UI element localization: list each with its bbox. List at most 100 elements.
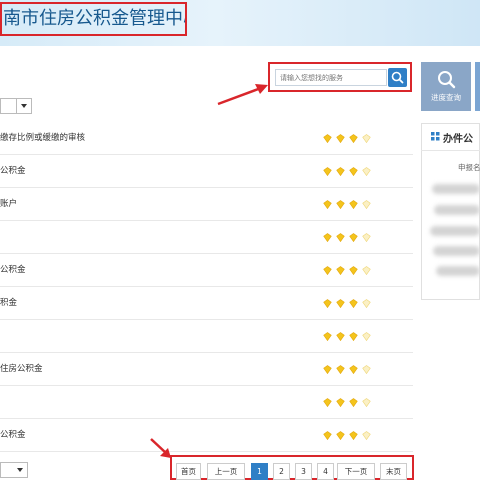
- diamond-filled-icon: [336, 365, 345, 374]
- page-title: 南市住房公积金管理中心: [0, 2, 187, 36]
- progress-query-label: 进度查询: [431, 93, 461, 102]
- diamond-filled-icon: [336, 332, 345, 341]
- rating-stars: [323, 299, 379, 309]
- diamond-filled-icon: [336, 398, 345, 407]
- list-item[interactable]: [0, 221, 413, 254]
- diamond-empty-icon: [362, 200, 371, 209]
- rating-stars: [323, 398, 379, 408]
- page-number-button[interactable]: 2: [273, 463, 290, 480]
- rating-stars: [323, 200, 379, 210]
- diamond-filled-icon: [323, 332, 332, 341]
- list-item[interactable]: [0, 386, 413, 419]
- page-number-button[interactable]: 1: [251, 463, 268, 480]
- diamond-filled-icon: [323, 299, 332, 308]
- panel-divider: [421, 150, 480, 151]
- list-item-label: 公积金: [0, 430, 26, 440]
- rating-stars: [323, 332, 379, 342]
- pagination: 首页 上一页 1234 下一页 末页: [170, 455, 414, 480]
- progress-query-button[interactable]: 进度查询: [421, 62, 471, 111]
- page-size-select[interactable]: [0, 98, 32, 114]
- diamond-filled-icon: [323, 167, 332, 176]
- list-item-label: 缴存比例或缓缴的审核: [0, 133, 86, 143]
- diamond-filled-icon: [336, 266, 345, 275]
- diamond-filled-icon: [323, 398, 332, 407]
- first-page-button[interactable]: 首页: [176, 463, 201, 480]
- diamond-filled-icon: [349, 266, 358, 275]
- diamond-filled-icon: [323, 200, 332, 209]
- list-item[interactable]: 积金: [0, 287, 413, 320]
- diamond-filled-icon: [336, 167, 345, 176]
- blurred-entry: [432, 184, 480, 194]
- diamond-filled-icon: [349, 233, 358, 242]
- blurred-entry: [434, 205, 480, 215]
- diamond-filled-icon: [349, 332, 358, 341]
- page-number-button[interactable]: 3: [295, 463, 312, 480]
- list-item-label: 公积金: [0, 265, 26, 275]
- diamond-filled-icon: [336, 134, 345, 143]
- blurred-entry: [430, 226, 480, 236]
- list-item[interactable]: 公积金: [0, 155, 413, 188]
- diamond-filled-icon: [336, 299, 345, 308]
- diamond-filled-icon: [323, 431, 332, 440]
- diamond-filled-icon: [349, 134, 358, 143]
- search-button[interactable]: [388, 68, 407, 87]
- diamond-empty-icon: [362, 365, 371, 374]
- search-input[interactable]: [275, 69, 387, 86]
- list-item[interactable]: 住房公积金: [0, 353, 413, 386]
- blurred-entry: [436, 266, 480, 276]
- diamond-filled-icon: [349, 365, 358, 374]
- diamond-empty-icon: [362, 167, 371, 176]
- rating-stars: [323, 134, 379, 144]
- list-item[interactable]: 公积金: [0, 419, 413, 452]
- magnifier-icon: [438, 71, 456, 89]
- chevron-down-icon: [21, 104, 27, 108]
- chevron-down-icon: [17, 468, 23, 472]
- diamond-filled-icon: [349, 200, 358, 209]
- diamond-filled-icon: [336, 431, 345, 440]
- select-divider: [16, 99, 17, 113]
- list-item-label: 公积金: [0, 166, 26, 176]
- blurred-entry: [433, 246, 480, 256]
- list-item[interactable]: 缴存比例或缓缴的审核: [0, 122, 413, 155]
- diamond-filled-icon: [323, 365, 332, 374]
- rating-stars: [323, 431, 379, 441]
- list-item-label: 住房公积金: [0, 364, 43, 374]
- diamond-empty-icon: [362, 266, 371, 275]
- diamond-filled-icon: [336, 233, 345, 242]
- diamond-empty-icon: [362, 332, 371, 341]
- diamond-empty-icon: [362, 398, 371, 407]
- panel-subtitle: 申报名: [458, 163, 480, 172]
- list-item-label: 账户: [0, 199, 18, 209]
- grid-icon: [431, 132, 440, 141]
- diamond-empty-icon: [362, 431, 371, 440]
- list-item[interactable]: 账户: [0, 188, 413, 221]
- diamond-filled-icon: [323, 134, 332, 143]
- diamond-empty-icon: [362, 134, 371, 143]
- diamond-filled-icon: [323, 233, 332, 242]
- page-size-select-bottom[interactable]: [0, 462, 28, 478]
- rating-stars: [323, 266, 379, 276]
- list-item-label: 积金: [0, 298, 18, 308]
- diamond-filled-icon: [349, 167, 358, 176]
- last-page-button[interactable]: 末页: [380, 463, 407, 480]
- annotation-arrow-icon: [217, 84, 268, 106]
- rating-stars: [323, 365, 379, 375]
- rating-stars: [323, 233, 379, 243]
- diamond-filled-icon: [336, 200, 345, 209]
- diamond-filled-icon: [349, 398, 358, 407]
- diamond-filled-icon: [349, 431, 358, 440]
- panel-title: 办件公: [443, 134, 473, 145]
- diamond-filled-icon: [349, 299, 358, 308]
- next-page-button[interactable]: 下一页: [337, 463, 375, 480]
- diamond-filled-icon: [323, 266, 332, 275]
- side-tile[interactable]: [475, 62, 480, 111]
- rating-stars: [323, 167, 379, 177]
- search-box: [268, 62, 412, 92]
- search-icon: [391, 71, 404, 84]
- list-item[interactable]: [0, 320, 413, 353]
- diamond-empty-icon: [362, 299, 371, 308]
- list-item[interactable]: 公积金: [0, 254, 413, 287]
- page-number-button[interactable]: 4: [317, 463, 334, 480]
- diamond-empty-icon: [362, 233, 371, 242]
- prev-page-button[interactable]: 上一页: [207, 463, 245, 480]
